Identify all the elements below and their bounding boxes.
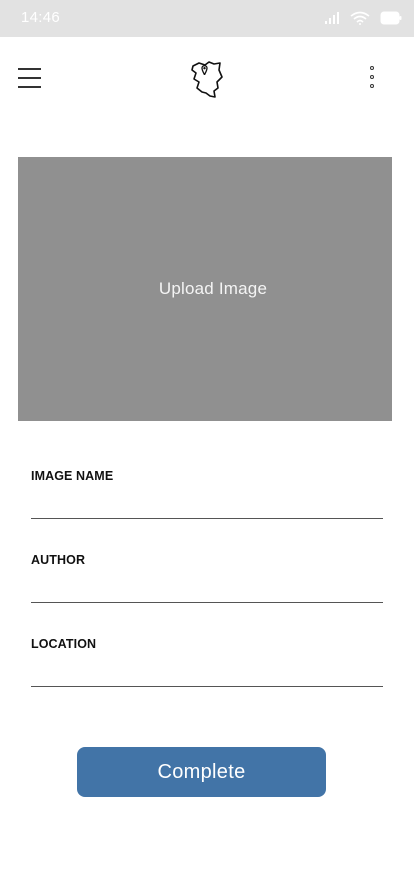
complete-button[interactable]: Complete bbox=[77, 747, 326, 797]
location-label: LOCATION bbox=[31, 637, 97, 651]
status-bar: 14:46 bbox=[0, 0, 414, 37]
location-input[interactable] bbox=[31, 661, 383, 687]
upload-image-label: Upload Image bbox=[158, 279, 268, 298]
image-name-label: IMAGE NAME bbox=[31, 469, 114, 483]
image-name-field: IMAGE NAME bbox=[31, 469, 383, 519]
kenya-map-location-pin-icon bbox=[189, 60, 223, 100]
location-field: LOCATION bbox=[31, 637, 383, 687]
image-name-input[interactable] bbox=[31, 493, 383, 519]
battery-icon bbox=[380, 11, 402, 25]
hamburger-menu-icon[interactable] bbox=[18, 66, 42, 90]
status-time: 14:46 bbox=[21, 9, 61, 26]
more-vertical-icon[interactable] bbox=[366, 64, 378, 92]
author-field: AUTHOR bbox=[31, 553, 383, 603]
author-input[interactable] bbox=[31, 577, 383, 603]
wifi-icon bbox=[350, 11, 370, 25]
upload-image-area[interactable]: Upload Image bbox=[18, 157, 392, 421]
app-bar bbox=[0, 37, 414, 119]
status-icons bbox=[324, 10, 402, 26]
author-label: AUTHOR bbox=[31, 553, 86, 567]
signal-icon bbox=[324, 12, 340, 24]
